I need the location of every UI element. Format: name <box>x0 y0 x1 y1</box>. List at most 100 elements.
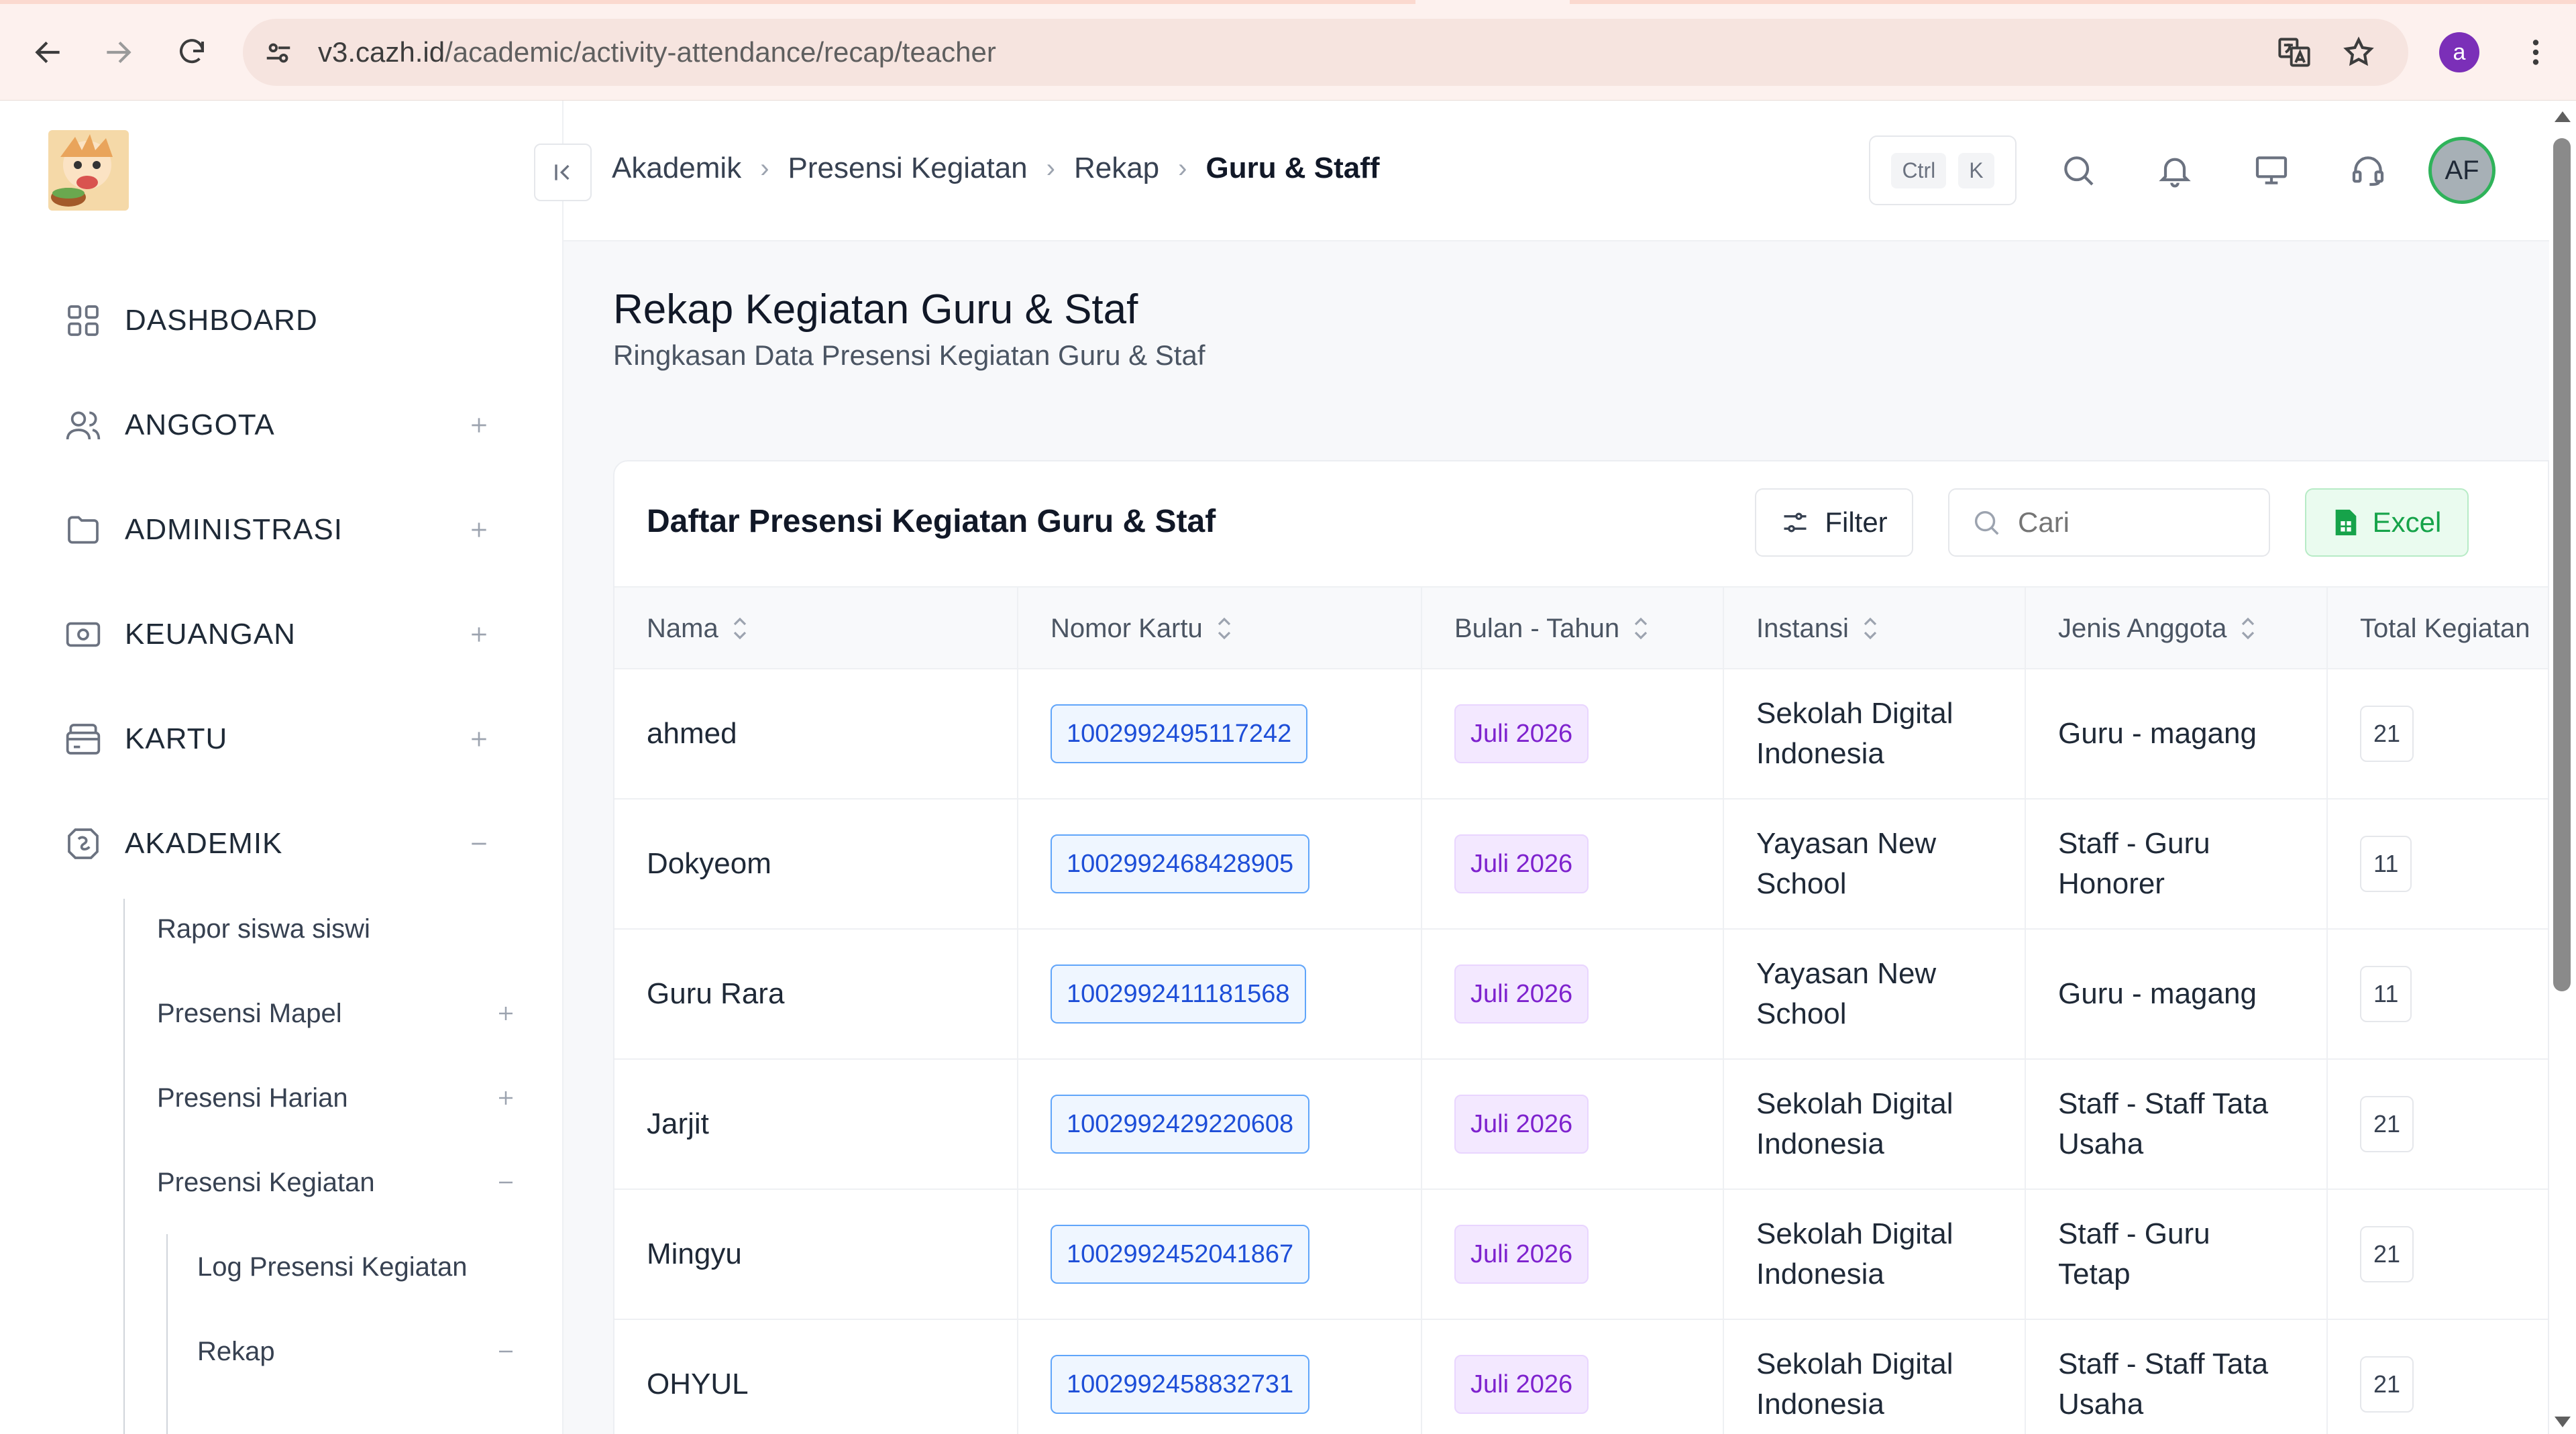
total-activity-badge: 21 <box>2360 1356 2414 1413</box>
filter-label: Filter <box>1825 506 1888 538</box>
card-number-badge[interactable]: 1002992468428905 <box>1051 834 1310 893</box>
card-number-badge[interactable]: 1002992411181568 <box>1051 964 1306 1024</box>
search-icon[interactable] <box>2057 149 2100 192</box>
cell-jenis-anggota: Staff - Staff Tata Usaha <box>2026 1320 2328 1434</box>
breadcrumb-item[interactable]: Rekap <box>1074 152 1159 185</box>
sidebar-item-label: AKADEMIK <box>125 827 283 860</box>
breadcrumb-item[interactable]: Presensi Kegiatan <box>788 152 1028 185</box>
card-number-badge[interactable]: 1002992452041867 <box>1051 1225 1310 1284</box>
sidebar-item-rapor[interactable]: Rapor siswa siswi <box>157 905 519 952</box>
sidebar-item-log-presensi-kegiatan[interactable]: Log Presensi Kegiatan <box>197 1244 519 1290</box>
scrollbar-thumb[interactable] <box>2553 138 2571 991</box>
collapse-sidebar-button[interactable] <box>534 144 592 201</box>
cell-nomor-kartu: 1002992411181568 <box>1018 930 1422 1058</box>
address-bar[interactable]: v3.cazh.id/academic/activity-attendance/… <box>243 19 2408 86</box>
table-row[interactable]: Jarjit 1002992429220608 Juli 2026 Sekolah D… <box>614 1060 2548 1190</box>
translate-icon[interactable] <box>2275 34 2313 71</box>
plus-icon[interactable] <box>492 1000 519 1027</box>
institution-text: Sekolah Digital Indonesia <box>1756 1347 1953 1421</box>
sidebar-item-kartu[interactable]: KARTU <box>63 712 492 766</box>
breadcrumb-item[interactable]: Akademik <box>612 152 741 185</box>
browser-profile-avatar[interactable]: a <box>2439 32 2479 72</box>
plus-icon[interactable] <box>466 621 492 648</box>
grid-icon <box>63 300 103 341</box>
column-header-total-kegiatan[interactable]: Total Kegiatan <box>2328 588 2548 669</box>
forward-button[interactable] <box>91 25 145 79</box>
cell-instansi: Yayasan New School <box>1724 930 2026 1058</box>
page-subtitle: Ringkasan Data Presensi Kegiatan Guru & … <box>613 339 1205 371</box>
sidebar-subitem-label: Rekap <box>197 1336 275 1366</box>
member-type-text: Staff - Staff Tata Usaha <box>2058 1347 2269 1421</box>
sidebar-item-dashboard[interactable]: DASHBOARD <box>63 294 492 347</box>
sidebar-item-akademik[interactable]: AKADEMIK <box>63 817 492 871</box>
user-avatar[interactable]: AF <box>2428 137 2496 204</box>
plus-icon[interactable] <box>466 516 492 543</box>
table-row[interactable]: ahmed 1002992495117242 Juli 2026 Sekolah Di… <box>614 669 2548 799</box>
export-excel-button[interactable]: Excel <box>2305 488 2469 557</box>
minus-icon[interactable] <box>466 830 492 857</box>
search-field[interactable] <box>1948 488 2270 557</box>
member-name: Jarjit <box>647 1107 709 1140</box>
column-header-label: Nama <box>647 613 718 643</box>
sidebar-item-label: KARTU <box>125 722 228 755</box>
search-input[interactable] <box>2018 506 2246 539</box>
sidebar-item-presensi-mapel[interactable]: Presensi Mapel <box>157 990 519 1037</box>
sidebar-item-rekap[interactable]: Rekap <box>197 1328 519 1375</box>
headset-icon[interactable] <box>2347 149 2390 192</box>
table-row[interactable]: OHYUL 1002992458832731 Juli 2026 Sekolah Di… <box>614 1320 2548 1434</box>
cell-total-kegiatan: 11 <box>2328 930 2548 1058</box>
scroll-up-arrow[interactable] <box>2553 107 2572 126</box>
column-header-bulan-tahun[interactable]: Bulan - Tahun <box>1422 588 1724 669</box>
scroll-down-arrow[interactable] <box>2553 1413 2572 1431</box>
site-settings-icon[interactable] <box>263 38 294 68</box>
cell-bulan-tahun: Juli 2026 <box>1422 669 1724 798</box>
sort-icon <box>1634 617 1648 640</box>
cell-bulan-tahun: Juli 2026 <box>1422 930 1724 1058</box>
member-type-text: Guru - magang <box>2058 717 2257 750</box>
school-logo[interactable] <box>48 130 129 211</box>
cell-nama: ahmed <box>614 669 1018 798</box>
breadcrumb: Akademik › Presensi Kegiatan › Rekap › G… <box>612 152 1380 185</box>
column-header-label: Bulan - Tahun <box>1454 613 1620 643</box>
money-icon <box>63 614 103 655</box>
table-row[interactable]: Mingyu 1002992452041867 Juli 2026 Sekolah D… <box>614 1190 2548 1320</box>
sidebar-item-keuangan[interactable]: KEUANGAN <box>63 608 492 661</box>
card-number-badge[interactable]: 1002992495117242 <box>1051 704 1308 763</box>
cell-nomor-kartu: 1002992468428905 <box>1018 799 1422 928</box>
column-header-nama[interactable]: Nama <box>614 588 1018 669</box>
filter-button[interactable]: Filter <box>1755 488 1913 557</box>
reload-button[interactable] <box>165 25 219 79</box>
column-header-instansi[interactable]: Instansi <box>1724 588 2026 669</box>
plus-icon[interactable] <box>492 1085 519 1111</box>
table-row[interactable]: Dokyeom 1002992468428905 Juli 2026 Yayasan … <box>614 799 2548 930</box>
bell-icon[interactable] <box>2153 149 2196 192</box>
inactive-tab-edge[interactable] <box>1570 0 2576 4</box>
member-type-text: Staff - Guru Tetap <box>2058 1217 2210 1290</box>
url-path: /academic/activity-attendance/recap/teac… <box>445 36 996 68</box>
top-bar: Akademik › Presensi Kegiatan › Rekap › G… <box>564 101 2549 241</box>
url-text[interactable]: v3.cazh.id/academic/activity-attendance/… <box>318 36 996 68</box>
monitor-icon[interactable] <box>2250 149 2293 192</box>
plus-icon[interactable] <box>466 726 492 753</box>
cell-jenis-anggota: Guru - magang <box>2026 669 2328 798</box>
users-icon <box>63 405 103 445</box>
sidebar-item-administrasi[interactable]: ADMINISTRASI <box>63 503 492 557</box>
command-palette-shortcut[interactable]: Ctrl K <box>1869 135 2017 205</box>
sidebar-item-anggota[interactable]: ANGGOTA <box>63 398 492 452</box>
month-badge: Juli 2026 <box>1454 704 1589 763</box>
back-button[interactable] <box>21 25 75 79</box>
bookmark-star-icon[interactable] <box>2340 34 2377 71</box>
cell-nama: Guru Rara <box>614 930 1018 1058</box>
column-header-jenis-anggota[interactable]: Jenis Anggota <box>2026 588 2328 669</box>
minus-icon[interactable] <box>492 1169 519 1196</box>
card-number-badge[interactable]: 1002992429220608 <box>1051 1095 1310 1154</box>
minus-icon[interactable] <box>492 1338 519 1365</box>
sidebar-item-presensi-harian[interactable]: Presensi Harian <box>157 1074 519 1121</box>
column-header-nomor-kartu[interactable]: Nomor Kartu <box>1018 588 1422 669</box>
plus-icon[interactable] <box>466 412 492 439</box>
table-row[interactable]: Guru Rara 1002992411181568 Juli 2026 Yayasa… <box>614 930 2548 1060</box>
active-tab-edge[interactable] <box>0 0 1415 4</box>
sidebar-item-presensi-kegiatan[interactable]: Presensi Kegiatan <box>157 1159 519 1206</box>
card-number-badge[interactable]: 1002992458832731 <box>1051 1355 1310 1414</box>
browser-menu-button[interactable] <box>2516 32 2556 72</box>
